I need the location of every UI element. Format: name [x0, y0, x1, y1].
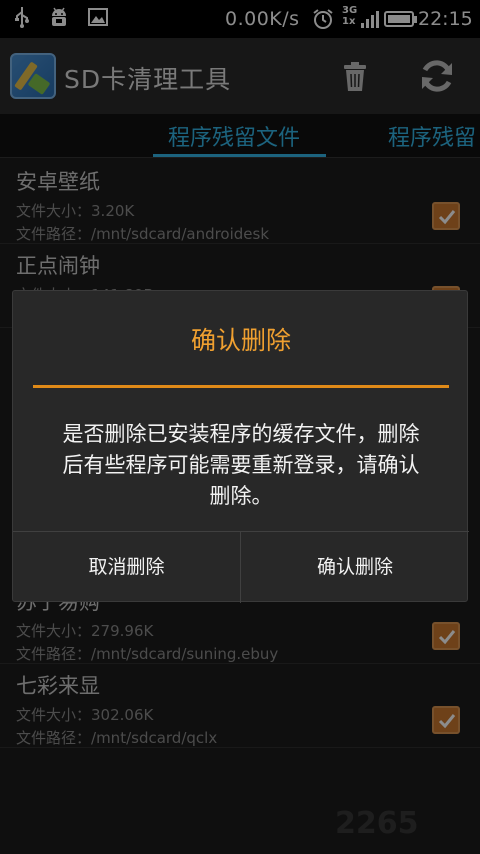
dialog-button-bar: 取消删除 确认删除	[13, 531, 469, 603]
dialog-message: 是否删除已安装程序的缓存文件，删除后有些程序可能需要重新登录，请确认删除。	[62, 422, 420, 508]
confirm-delete-button[interactable]: 确认删除	[241, 532, 469, 603]
dialog-title: 确认删除	[190, 326, 291, 355]
dialog-title-divider	[33, 385, 449, 388]
confirm-delete-dialog: 确认删除 是否删除已安装程序的缓存文件，删除后有些程序可能需要重新登录，请确认删…	[12, 290, 469, 603]
cancel-delete-button[interactable]: 取消删除	[13, 532, 241, 603]
screen: 0.00K/s 3G 1x 22:15 SD卡清理工具 程序残留文件 程序残留 …	[0, 0, 480, 854]
